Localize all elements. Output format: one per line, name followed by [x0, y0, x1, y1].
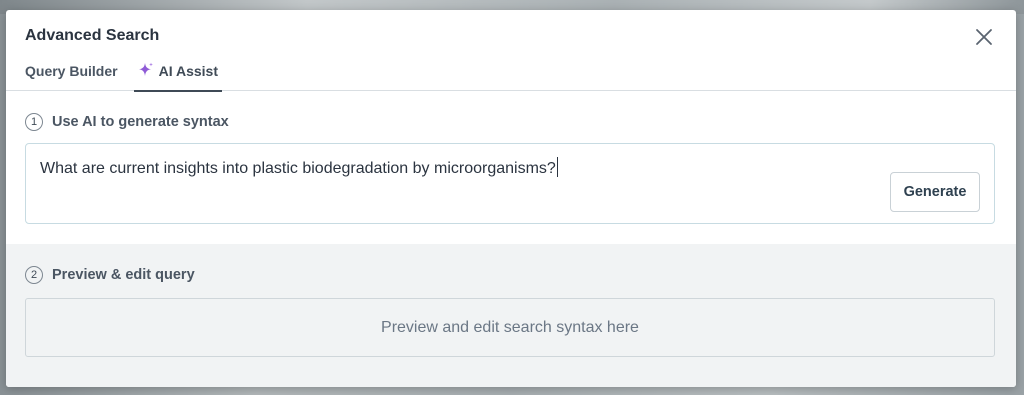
- ai-query-text: What are current insights into plastic b…: [40, 157, 558, 178]
- step1-heading: 1 Use AI to generate syntax: [25, 113, 229, 131]
- step2-section: 2 Preview & edit query Preview and edit …: [6, 244, 1016, 387]
- step2-number: 2: [25, 266, 43, 284]
- step1-section: 1 Use AI to generate syntax What are cur…: [6, 92, 1016, 244]
- dialog-title: Advanced Search: [25, 27, 160, 44]
- tab-query-builder-label: Query Builder: [25, 63, 118, 79]
- ai-query-value: What are current insights into plastic b…: [40, 160, 556, 177]
- step1-number: 1: [25, 113, 43, 131]
- step2-heading: 2 Preview & edit query: [25, 266, 195, 284]
- step2-label: Preview & edit query: [52, 267, 195, 283]
- tab-ai-assist[interactable]: AI Assist: [133, 62, 223, 92]
- close-button[interactable]: [972, 25, 996, 49]
- text-cursor: [556, 157, 558, 177]
- step1-label: Use AI to generate syntax: [52, 114, 229, 130]
- generate-button[interactable]: Generate: [890, 172, 980, 212]
- preview-placeholder: Preview and edit search syntax here: [381, 318, 639, 336]
- tab-query-builder[interactable]: Query Builder: [25, 63, 118, 91]
- close-icon: [976, 29, 992, 45]
- preview-query-editor[interactable]: Preview and edit search syntax here: [25, 298, 995, 357]
- advanced-search-dialog: Advanced Search Query Builder AI Assist …: [6, 10, 1016, 387]
- ai-query-textarea[interactable]: What are current insights into plastic b…: [25, 143, 995, 224]
- tab-bar: Query Builder AI Assist: [25, 62, 242, 92]
- sparkle-icon: [138, 62, 153, 76]
- dialog-header: Advanced Search Query Builder AI Assist: [6, 10, 1016, 92]
- tab-ai-assist-label: AI Assist: [158, 63, 218, 79]
